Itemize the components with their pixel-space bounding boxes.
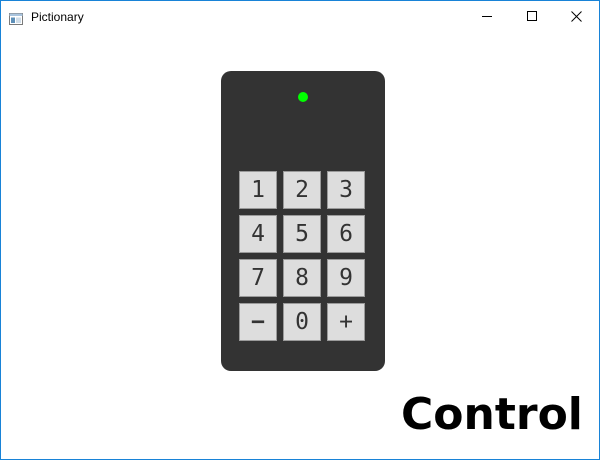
key-minus[interactable]: −	[239, 303, 277, 341]
close-icon	[571, 10, 582, 22]
key-8[interactable]: 8	[283, 259, 321, 297]
key-3[interactable]: 3	[327, 171, 365, 209]
status-indicator-light	[298, 92, 308, 102]
key-plus[interactable]: +	[327, 303, 365, 341]
key-5[interactable]: 5	[283, 215, 321, 253]
minimize-icon	[481, 16, 492, 17]
key-1[interactable]: 1	[239, 171, 277, 209]
key-0[interactable]: 0	[283, 303, 321, 341]
app-window: Pictionary 1 2 3 4 5 6 7 8 9 − 0 + Contr…	[0, 0, 600, 460]
title-bar[interactable]: Pictionary	[1, 1, 599, 32]
key-7[interactable]: 7	[239, 259, 277, 297]
key-9[interactable]: 9	[327, 259, 365, 297]
maximize-button[interactable]	[509, 1, 554, 31]
control-label: Control	[401, 389, 583, 440]
key-4[interactable]: 4	[239, 215, 277, 253]
key-2[interactable]: 2	[283, 171, 321, 209]
close-button[interactable]	[554, 1, 599, 31]
remote-device: 1 2 3 4 5 6 7 8 9 − 0 +	[221, 71, 385, 371]
app-window-icon	[9, 10, 23, 25]
maximize-icon	[526, 11, 537, 21]
minimize-button[interactable]	[464, 1, 509, 31]
key-6[interactable]: 6	[327, 215, 365, 253]
window-title: Pictionary	[31, 10, 84, 24]
